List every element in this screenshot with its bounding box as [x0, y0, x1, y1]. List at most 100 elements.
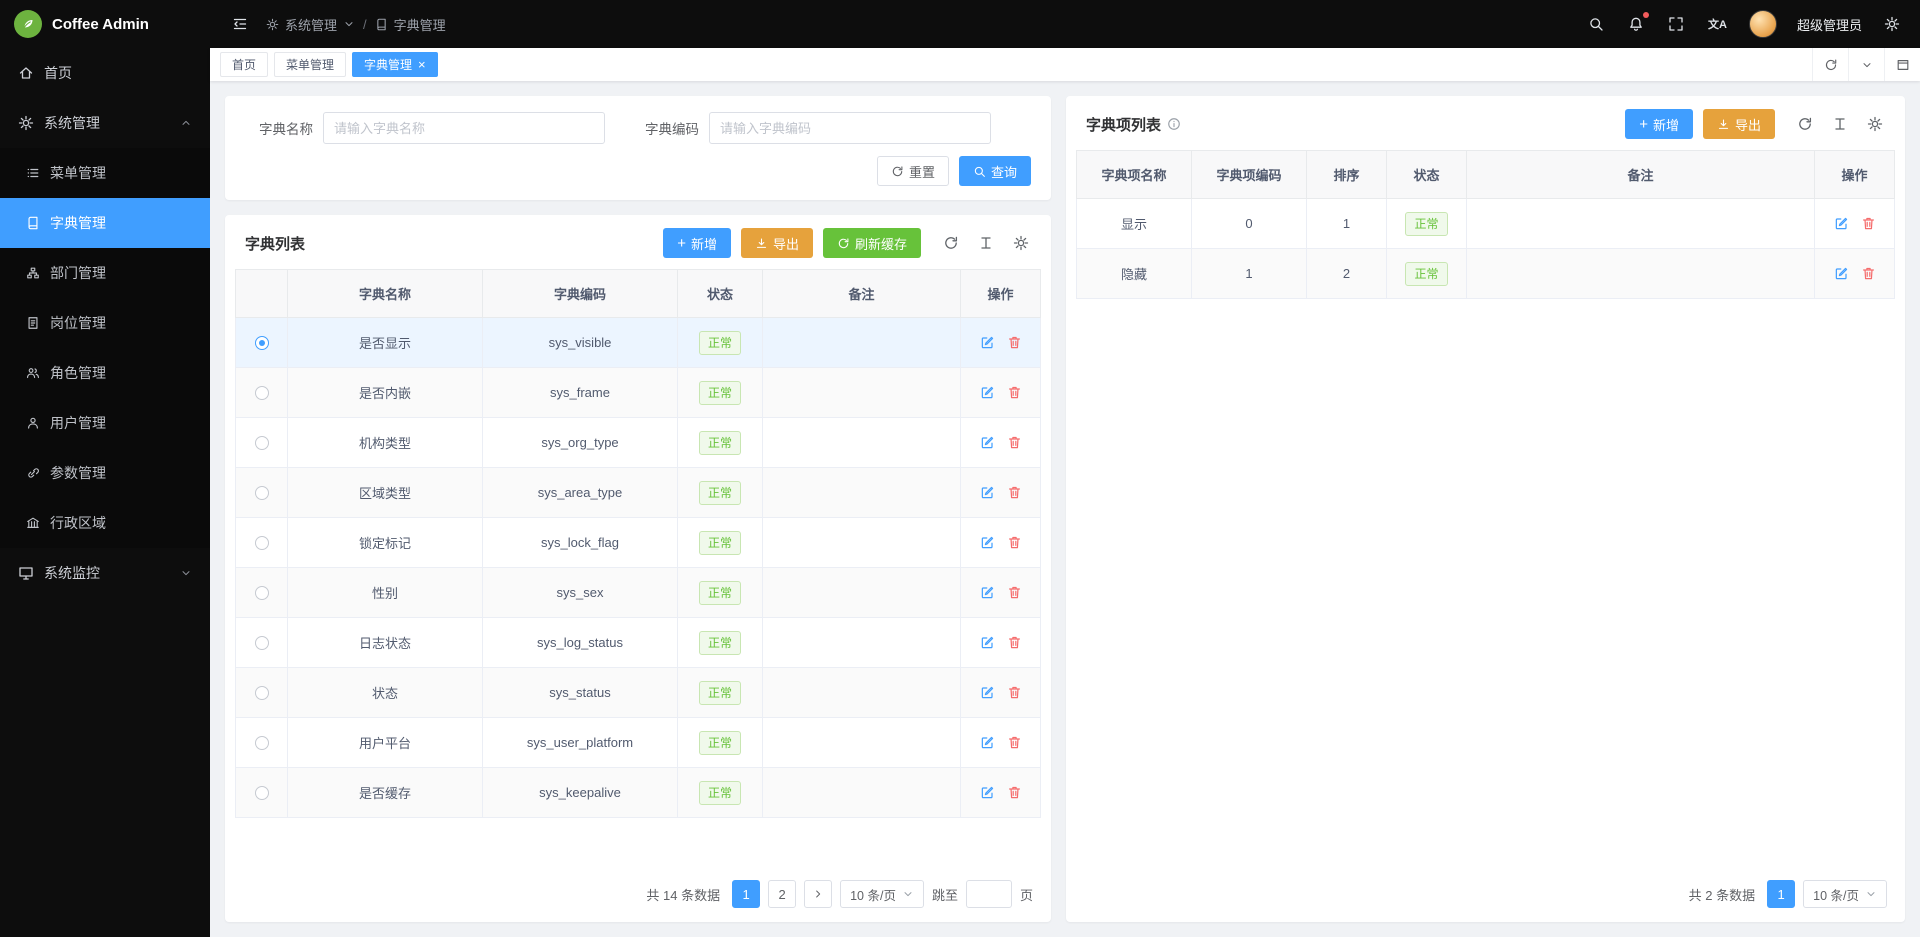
column-settings-button[interactable] [1830, 114, 1850, 134]
notifications-button[interactable] [1626, 14, 1646, 34]
search-button[interactable] [1586, 14, 1606, 34]
edit-button[interactable] [974, 683, 1001, 702]
page-button-2[interactable]: 2 [768, 880, 796, 908]
delete-button[interactable] [1001, 533, 1028, 552]
table-row[interactable]: 区域类型 sys_area_type 正常 [236, 468, 1041, 518]
sidebar-item-dept-mgmt[interactable]: 部门管理 [0, 248, 210, 298]
add-button[interactable]: + 新增 [663, 228, 731, 258]
username[interactable]: 超级管理员 [1797, 15, 1862, 34]
table-row[interactable]: 是否内嵌 sys_frame 正常 [236, 368, 1041, 418]
status-badge: 正常 [699, 581, 741, 605]
delete-button[interactable] [1001, 433, 1028, 452]
edit-button[interactable] [974, 433, 1001, 452]
table-row[interactable]: 是否缓存 sys_keepalive 正常 [236, 768, 1041, 818]
sidebar-group-monitor[interactable]: 系统监控 [0, 548, 210, 598]
edit-button[interactable] [974, 383, 1001, 402]
breadcrumb-item-current[interactable]: 字典管理 [375, 15, 446, 34]
table-row[interactable]: 是否显示 sys_visible 正常 [236, 318, 1041, 368]
delete-button[interactable] [1001, 333, 1028, 352]
language-button[interactable]: 文A [1706, 14, 1729, 34]
row-radio[interactable] [255, 536, 269, 550]
row-radio[interactable] [255, 636, 269, 650]
sidebar-item-user-mgmt[interactable]: 用户管理 [0, 398, 210, 448]
table-row[interactable]: 机构类型 sys_org_type 正常 [236, 418, 1041, 468]
table-row[interactable]: 锁定标记 sys_lock_flag 正常 [236, 518, 1041, 568]
layout-toggle-button[interactable] [1884, 48, 1920, 81]
refresh-tab-button[interactable] [1812, 48, 1848, 81]
tab-options-button[interactable] [1848, 48, 1884, 81]
app-logo[interactable]: Coffee Admin [0, 0, 210, 48]
delete-button[interactable] [1001, 383, 1028, 402]
dict-code-input[interactable] [709, 112, 991, 144]
sidebar-item-menu-mgmt[interactable]: 菜单管理 [0, 148, 210, 198]
table-row[interactable]: 用户平台 sys_user_platform 正常 [236, 718, 1041, 768]
row-radio[interactable] [255, 786, 269, 800]
tab-menu-mgmt[interactable]: 菜单管理 [274, 52, 346, 77]
row-radio[interactable] [255, 386, 269, 400]
fullscreen-button[interactable] [1666, 14, 1686, 34]
delete-button[interactable] [1001, 783, 1028, 802]
sidebar-item-dict-mgmt[interactable]: 字典管理 [0, 198, 210, 248]
page-size-select[interactable]: 10 条/页 [1803, 880, 1887, 908]
table-row[interactable]: 状态 sys_status 正常 [236, 668, 1041, 718]
edit-button[interactable] [974, 633, 1001, 652]
row-radio[interactable] [255, 736, 269, 750]
delete-button[interactable] [1001, 683, 1028, 702]
refresh-table-button[interactable] [941, 233, 961, 253]
sidebar-fold-button[interactable] [228, 12, 252, 36]
column-settings-button[interactable] [976, 233, 996, 253]
query-button[interactable]: 查询 [959, 156, 1031, 186]
dict-name-input[interactable] [323, 112, 605, 144]
jump-page-input[interactable] [966, 880, 1012, 908]
refresh-cache-button[interactable]: 刷新缓存 [823, 228, 921, 258]
edit-button[interactable] [1828, 214, 1855, 233]
export-item-button[interactable]: 导出 [1703, 109, 1775, 139]
page-size-select[interactable]: 10 条/页 [840, 880, 924, 908]
export-button[interactable]: 导出 [741, 228, 813, 258]
tab-home[interactable]: 首页 [220, 52, 268, 77]
edit-button[interactable] [974, 333, 1001, 352]
add-item-button[interactable]: + 新增 [1625, 109, 1693, 139]
sidebar-item-post-mgmt[interactable]: 岗位管理 [0, 298, 210, 348]
sidebar-item-home[interactable]: 首页 [0, 48, 210, 98]
sidebar-item-region-mgmt[interactable]: 行政区域 [0, 498, 210, 548]
row-radio[interactable] [255, 586, 269, 600]
row-radio[interactable] [255, 336, 269, 350]
sidebar-item-param-mgmt[interactable]: 参数管理 [0, 448, 210, 498]
page-button-1[interactable]: 1 [732, 880, 760, 908]
delete-button[interactable] [1001, 583, 1028, 602]
edit-button[interactable] [974, 533, 1001, 552]
table-settings-button[interactable] [1011, 233, 1031, 253]
edit-button[interactable] [974, 583, 1001, 602]
sidebar-item-role-mgmt[interactable]: 角色管理 [0, 348, 210, 398]
delete-button[interactable] [1855, 264, 1882, 283]
table-row[interactable]: 隐藏 1 2 正常 [1077, 249, 1895, 299]
close-icon[interactable]: × [418, 58, 426, 71]
delete-button[interactable] [1001, 633, 1028, 652]
page-button-1[interactable]: 1 [1767, 880, 1795, 908]
edit-button[interactable] [974, 483, 1001, 502]
tab-dict-mgmt[interactable]: 字典管理 × [352, 52, 438, 77]
row-radio[interactable] [255, 436, 269, 450]
sidebar-group-system[interactable]: 系统管理 [0, 98, 210, 148]
breadcrumb-item-system[interactable]: 系统管理 [266, 15, 355, 34]
row-radio[interactable] [255, 486, 269, 500]
delete-button[interactable] [1855, 214, 1882, 233]
delete-button[interactable] [1001, 483, 1028, 502]
reset-button[interactable]: 重置 [877, 156, 949, 186]
table-row[interactable]: 显示 0 1 正常 [1077, 199, 1895, 249]
avatar[interactable] [1749, 10, 1777, 38]
delete-button[interactable] [1001, 733, 1028, 752]
edit-button[interactable] [974, 783, 1001, 802]
table-settings-button[interactable] [1865, 114, 1885, 134]
table-row[interactable]: 性别 sys_sex 正常 [236, 568, 1041, 618]
edit-button[interactable] [974, 733, 1001, 752]
edit-button[interactable] [1828, 264, 1855, 283]
settings-button[interactable] [1882, 14, 1902, 34]
plus-icon: + [677, 236, 686, 251]
table-row[interactable]: 日志状态 sys_log_status 正常 [236, 618, 1041, 668]
refresh-icon [891, 165, 904, 178]
row-radio[interactable] [255, 686, 269, 700]
next-page-button[interactable] [804, 880, 832, 908]
refresh-table-button[interactable] [1795, 114, 1815, 134]
